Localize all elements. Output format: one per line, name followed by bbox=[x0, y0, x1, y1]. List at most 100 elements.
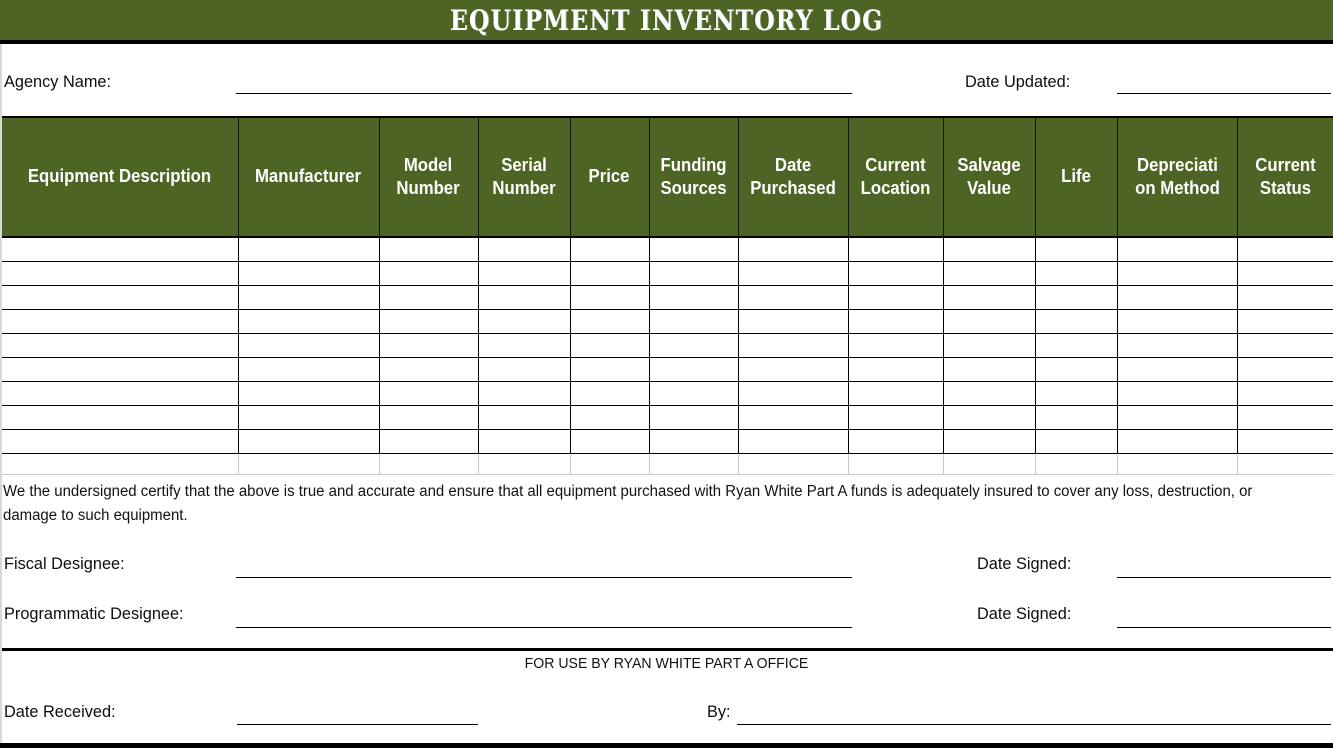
table-cell[interactable] bbox=[847, 236, 944, 262]
table-cell[interactable] bbox=[847, 284, 944, 310]
table-cell[interactable] bbox=[942, 308, 1036, 334]
table-cell[interactable] bbox=[1034, 404, 1118, 430]
table-cell[interactable] bbox=[237, 260, 380, 286]
table-cell[interactable] bbox=[477, 284, 571, 310]
table-cell[interactable] bbox=[0, 428, 239, 454]
table-cell[interactable] bbox=[569, 260, 650, 286]
table-cell[interactable] bbox=[1034, 356, 1118, 382]
table-cell[interactable] bbox=[1236, 356, 1333, 382]
table-cell[interactable] bbox=[1236, 260, 1333, 286]
table-cell[interactable] bbox=[737, 284, 849, 310]
table-cell[interactable] bbox=[237, 332, 380, 358]
table-cell[interactable] bbox=[942, 428, 1036, 454]
table-cell[interactable] bbox=[1236, 404, 1333, 430]
table-cell[interactable] bbox=[1116, 404, 1238, 430]
table-cell[interactable] bbox=[737, 428, 849, 454]
table-cell[interactable] bbox=[0, 404, 239, 430]
table-cell[interactable] bbox=[1034, 284, 1118, 310]
table-cell[interactable] bbox=[237, 284, 380, 310]
fiscal-designee-input[interactable] bbox=[236, 577, 852, 578]
table-cell[interactable] bbox=[847, 404, 944, 430]
table-cell[interactable] bbox=[648, 332, 739, 358]
table-cell[interactable] bbox=[378, 428, 479, 454]
table-cell[interactable] bbox=[237, 308, 380, 334]
table-cell[interactable] bbox=[942, 332, 1036, 358]
date-updated-input[interactable] bbox=[1117, 93, 1331, 94]
table-cell[interactable] bbox=[1034, 260, 1118, 286]
table-cell[interactable] bbox=[569, 332, 650, 358]
table-cell[interactable] bbox=[942, 356, 1036, 382]
table-cell[interactable] bbox=[378, 380, 479, 406]
table-cell[interactable] bbox=[737, 236, 849, 262]
table-cell[interactable] bbox=[648, 284, 739, 310]
table-cell[interactable] bbox=[942, 236, 1036, 262]
table-cell[interactable] bbox=[378, 284, 479, 310]
table-cell[interactable] bbox=[1236, 308, 1333, 334]
table-cell[interactable] bbox=[737, 308, 849, 334]
table-cell[interactable] bbox=[569, 380, 650, 406]
table-cell[interactable] bbox=[569, 428, 650, 454]
table-cell[interactable] bbox=[737, 356, 849, 382]
table-cell[interactable] bbox=[847, 356, 944, 382]
table-cell[interactable] bbox=[648, 380, 739, 406]
programmatic-date-signed-input[interactable] bbox=[1117, 627, 1331, 628]
table-cell[interactable] bbox=[942, 404, 1036, 430]
table-cell[interactable] bbox=[477, 404, 571, 430]
table-cell[interactable] bbox=[1034, 308, 1118, 334]
table-cell[interactable] bbox=[237, 380, 380, 406]
table-cell[interactable] bbox=[737, 260, 849, 286]
table-cell[interactable] bbox=[477, 356, 571, 382]
table-cell[interactable] bbox=[569, 284, 650, 310]
table-cell[interactable] bbox=[1034, 428, 1118, 454]
table-cell[interactable] bbox=[1034, 236, 1118, 262]
table-cell[interactable] bbox=[648, 428, 739, 454]
table-cell[interactable] bbox=[0, 332, 239, 358]
table-cell[interactable] bbox=[648, 404, 739, 430]
table-cell[interactable] bbox=[847, 332, 944, 358]
received-by-input[interactable] bbox=[737, 724, 1331, 725]
table-cell[interactable] bbox=[477, 380, 571, 406]
table-cell[interactable] bbox=[1236, 380, 1333, 406]
table-cell[interactable] bbox=[0, 380, 239, 406]
table-cell[interactable] bbox=[737, 404, 849, 430]
table-cell[interactable] bbox=[1236, 428, 1333, 454]
table-cell[interactable] bbox=[942, 380, 1036, 406]
date-received-input[interactable] bbox=[237, 724, 478, 725]
table-cell[interactable] bbox=[1236, 284, 1333, 310]
table-cell[interactable] bbox=[378, 308, 479, 334]
table-cell[interactable] bbox=[1236, 236, 1333, 262]
table-cell[interactable] bbox=[477, 236, 571, 262]
table-cell[interactable] bbox=[648, 236, 739, 262]
table-cell[interactable] bbox=[1116, 380, 1238, 406]
table-cell[interactable] bbox=[648, 260, 739, 286]
table-cell[interactable] bbox=[1116, 428, 1238, 454]
table-cell[interactable] bbox=[477, 428, 571, 454]
table-cell[interactable] bbox=[569, 356, 650, 382]
table-cell[interactable] bbox=[1116, 236, 1238, 262]
table-cell[interactable] bbox=[1116, 284, 1238, 310]
table-cell[interactable] bbox=[237, 356, 380, 382]
table-cell[interactable] bbox=[1116, 332, 1238, 358]
table-cell[interactable] bbox=[0, 308, 239, 334]
table-cell[interactable] bbox=[477, 332, 571, 358]
table-cell[interactable] bbox=[0, 356, 239, 382]
table-cell[interactable] bbox=[1034, 380, 1118, 406]
table-cell[interactable] bbox=[737, 380, 849, 406]
table-cell[interactable] bbox=[942, 284, 1036, 310]
table-cell[interactable] bbox=[942, 260, 1036, 286]
table-cell[interactable] bbox=[847, 380, 944, 406]
table-cell[interactable] bbox=[237, 236, 380, 262]
table-cell[interactable] bbox=[0, 236, 239, 262]
programmatic-designee-input[interactable] bbox=[236, 627, 852, 628]
table-cell[interactable] bbox=[378, 404, 479, 430]
agency-name-input[interactable] bbox=[236, 93, 852, 94]
table-cell[interactable] bbox=[1236, 332, 1333, 358]
table-cell[interactable] bbox=[378, 236, 479, 262]
table-cell[interactable] bbox=[378, 356, 479, 382]
table-cell[interactable] bbox=[648, 356, 739, 382]
table-cell[interactable] bbox=[847, 308, 944, 334]
table-cell[interactable] bbox=[847, 428, 944, 454]
table-cell[interactable] bbox=[648, 308, 739, 334]
table-cell[interactable] bbox=[1116, 260, 1238, 286]
table-cell[interactable] bbox=[1034, 332, 1118, 358]
